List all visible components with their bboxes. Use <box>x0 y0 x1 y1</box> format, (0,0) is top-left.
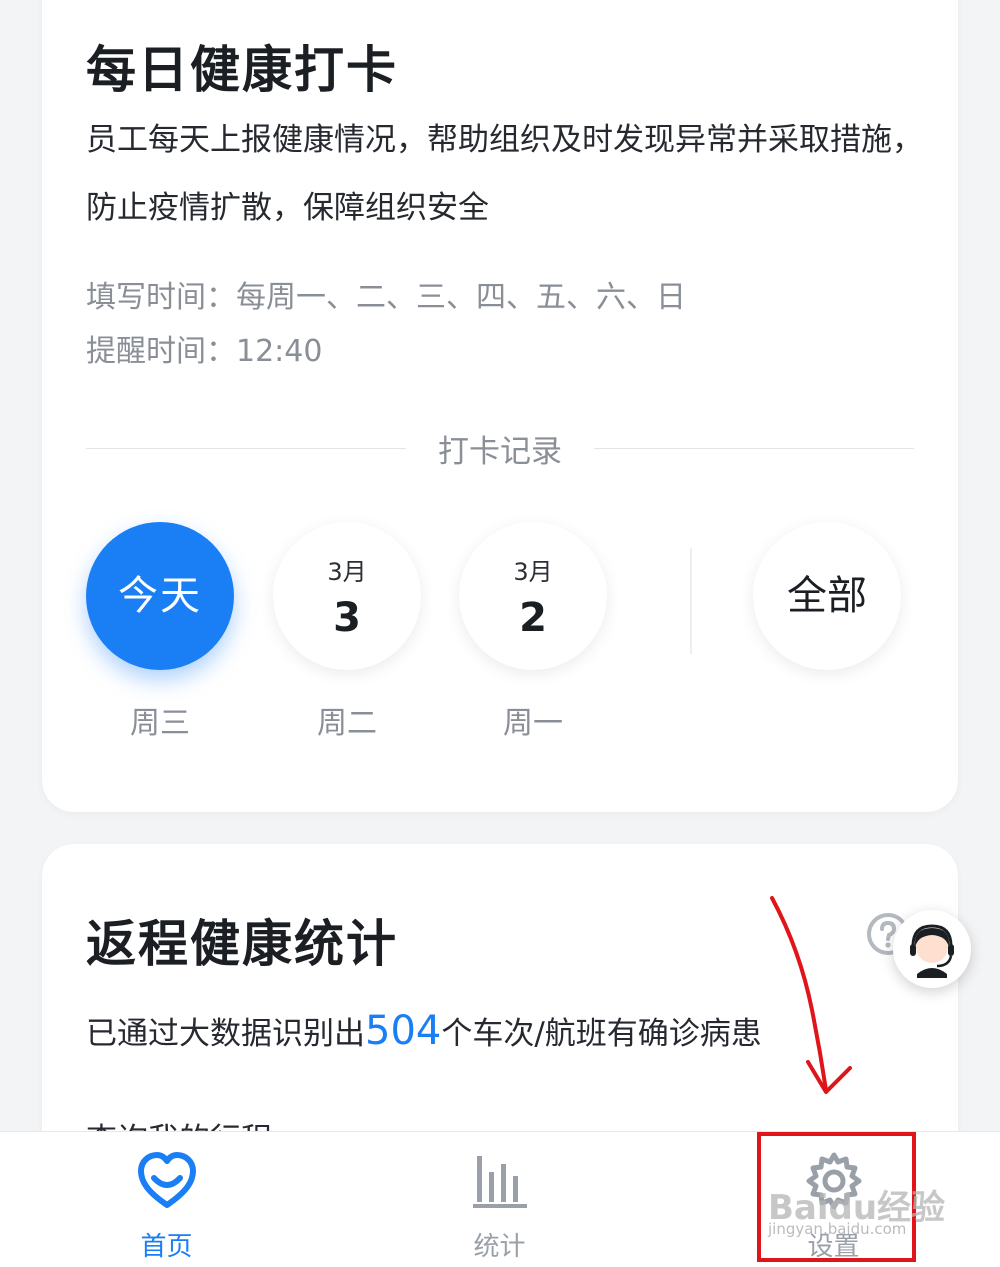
stat-suffix: 个车次/航班有确诊病患 <box>441 1016 762 1052</box>
headset-agent-icon <box>910 924 954 978</box>
records-divider: 打卡记录 <box>86 426 914 470</box>
bar-chart-icon <box>473 1156 527 1208</box>
weekday-label: 周二 <box>317 706 377 741</box>
day-month: 3月 <box>327 558 367 586</box>
daily-checkin-card: 每日健康打卡 员工每天上报健康情况，帮助组织及时发现异常并采取措施，防止疫情扩散… <box>42 0 958 812</box>
today-label: 今天 <box>118 573 202 619</box>
day-date: 3 <box>333 595 361 641</box>
stat-text: 已通过大数据识别出504个车次/航班有确诊病患 <box>86 1008 762 1054</box>
customer-service-button[interactable] <box>893 910 971 988</box>
day-mar3-button[interactable]: 3月 3 <box>273 522 421 670</box>
stat-number: 504 <box>365 1008 442 1054</box>
tab-stats[interactable]: 统计 <box>333 1132 666 1267</box>
divider-line-right <box>594 448 914 449</box>
tab-home-label: 首页 <box>140 1232 193 1262</box>
checkin-description: 员工每天上报健康情况，帮助组织及时发现异常并采取措施，防止疫情扩散，保障组织安全 <box>86 122 923 226</box>
day-month: 3月 <box>513 558 553 586</box>
vertical-separator <box>690 548 692 654</box>
stat-prefix: 已通过大数据识别出 <box>86 1016 365 1052</box>
heart-icon <box>138 1152 196 1208</box>
all-label: 全部 <box>787 573 867 619</box>
tab-home[interactable]: 首页 <box>0 1132 333 1267</box>
watermark-url: jingyan.baidu.com <box>768 1220 907 1238</box>
return-title: 返程健康统计 <box>86 915 398 973</box>
tab-stats-label: 统计 <box>473 1232 526 1262</box>
checkin-title: 每日健康打卡 <box>86 41 398 99</box>
day-today-button[interactable]: 今天 <box>86 522 234 670</box>
day-date: 2 <box>519 595 547 641</box>
all-records-button[interactable]: 全部 <box>753 522 901 670</box>
weekday-label: 周三 <box>130 706 190 741</box>
day-mar2-button[interactable]: 3月 2 <box>459 522 607 670</box>
weekday-label: 周一 <box>503 706 563 741</box>
fill-time-text: 填写时间：每周一、二、三、四、五、六、日 <box>86 280 686 315</box>
remind-time-text: 提醒时间：12:40 <box>86 334 323 369</box>
